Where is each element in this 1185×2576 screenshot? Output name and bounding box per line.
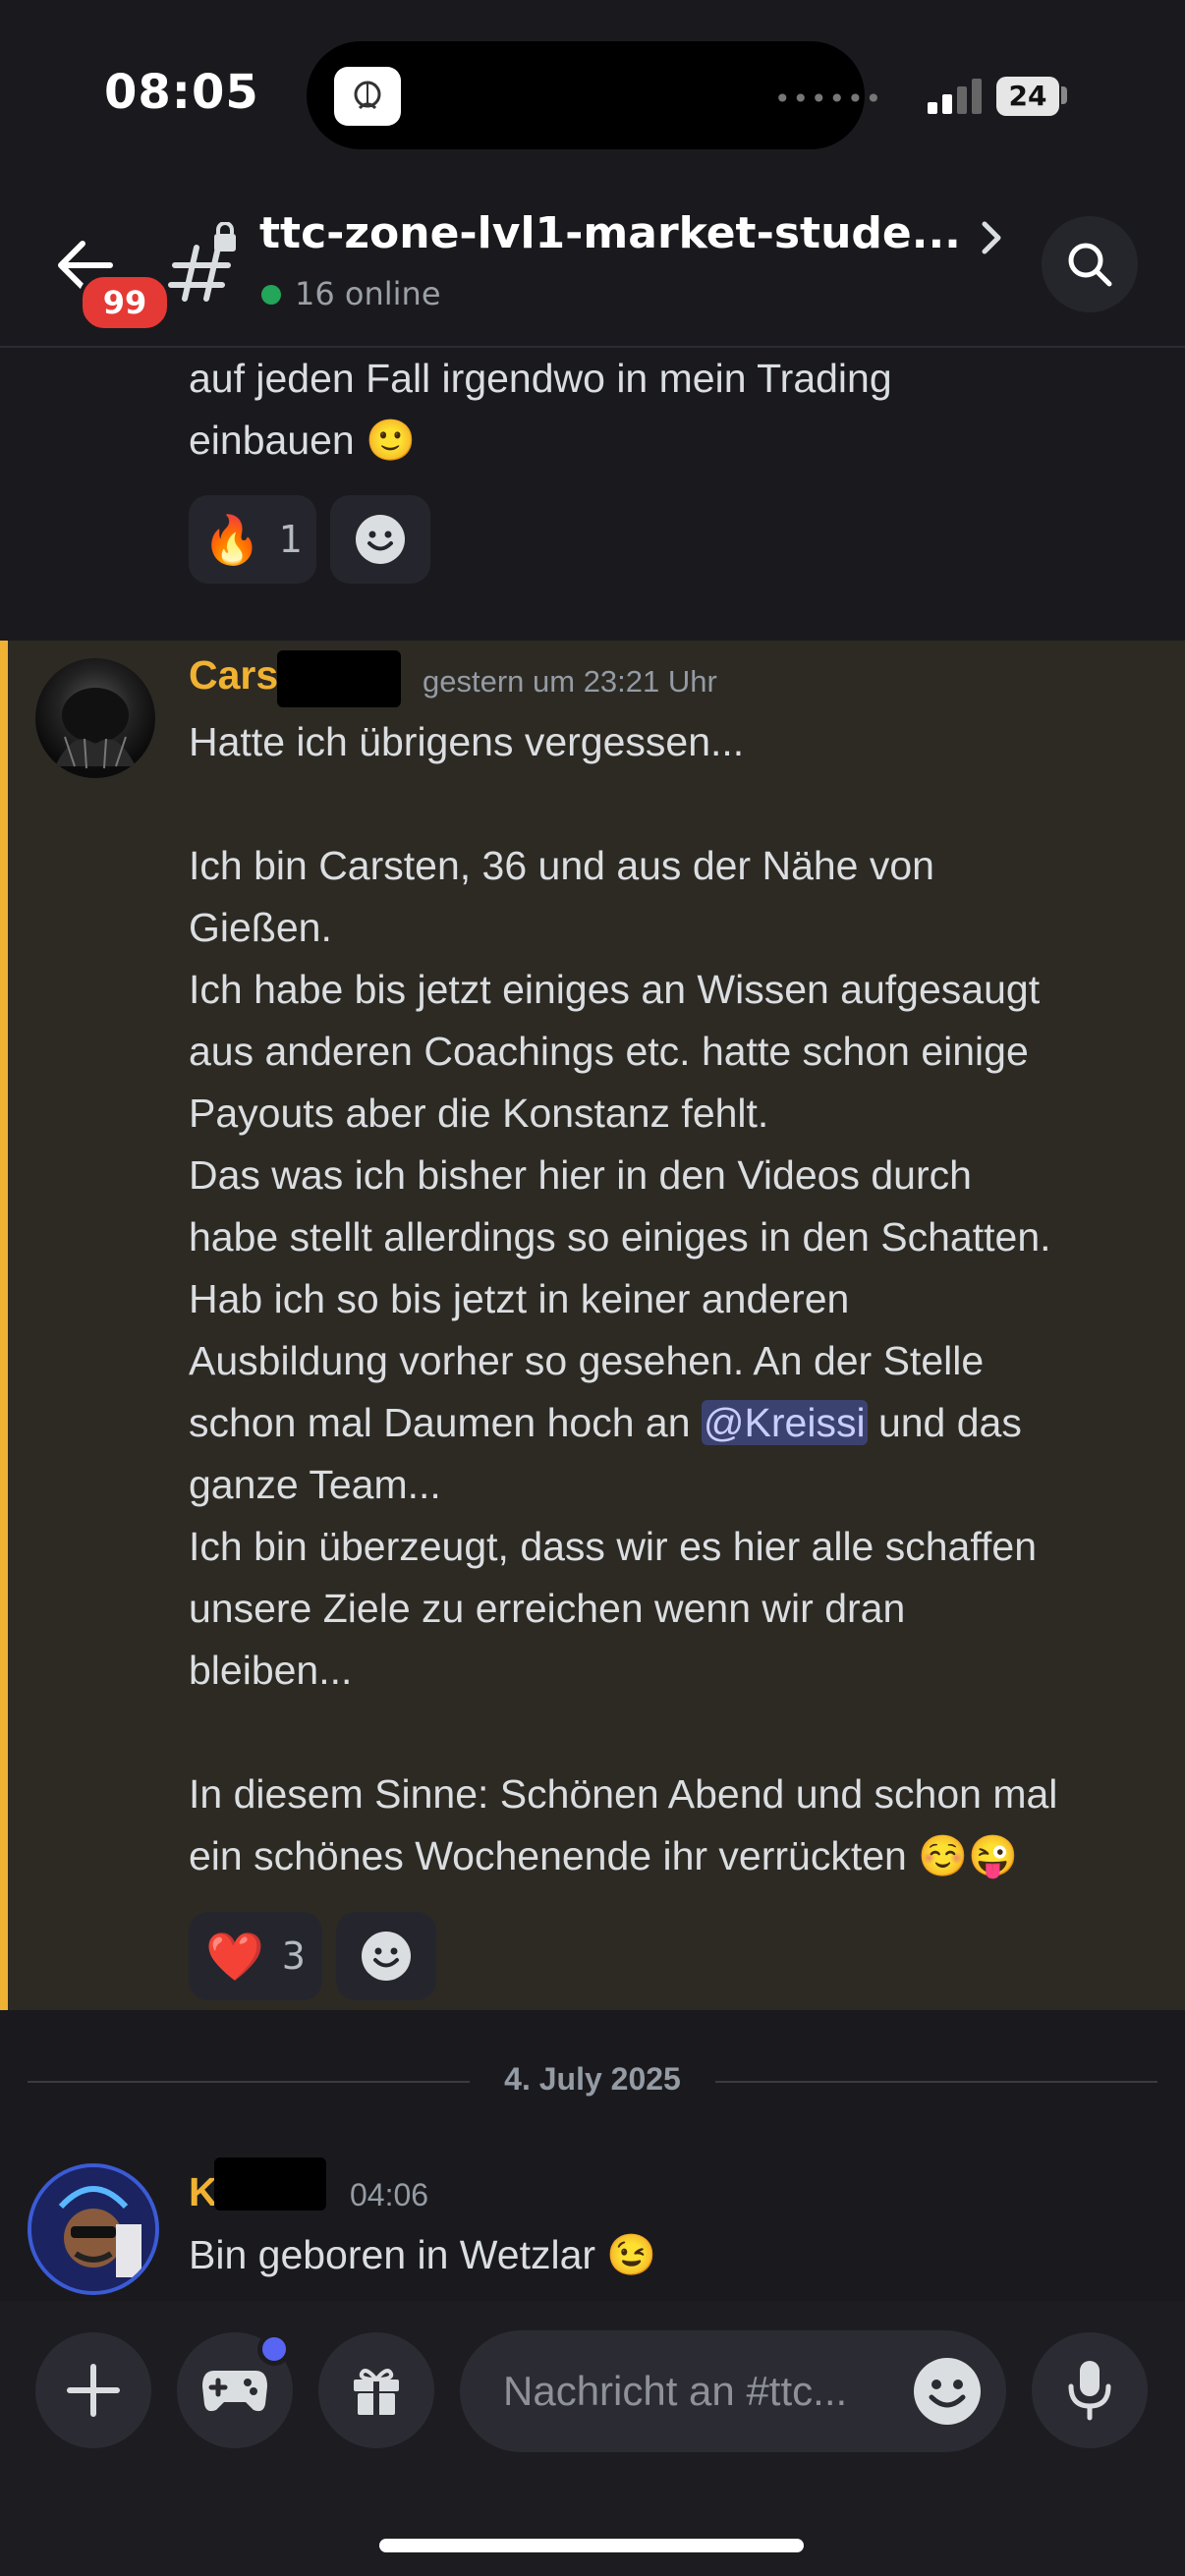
voice-message-button[interactable] <box>1032 2332 1148 2448</box>
redaction-block <box>277 650 401 707</box>
online-status-dot <box>261 285 281 305</box>
locked-channel-icon <box>168 222 236 302</box>
previous-message-text: auf jeden Fall irgendwo in mein Trading … <box>189 356 892 463</box>
smiley-icon <box>356 515 405 564</box>
mention-highlight-bar <box>0 641 8 2010</box>
reaction-fire[interactable]: 🔥 1 <box>189 495 316 584</box>
message-author[interactable]: Cars <box>189 652 278 699</box>
notification-dot <box>257 2332 291 2366</box>
signal-icon <box>928 79 982 114</box>
reaction-count: 1 <box>278 518 303 561</box>
date-divider-line <box>28 2081 470 2083</box>
status-time: 08:05 <box>104 65 259 120</box>
emoji-picker-icon[interactable] <box>910 2354 985 2429</box>
date-divider: 4. July 2025 <box>504 2061 681 2097</box>
smiley-icon <box>362 1932 411 1981</box>
message-body: Bin geboren in Wetzlar 😉 <box>189 2232 657 2277</box>
reaction-heart[interactable]: ❤️ 3 <box>189 1912 322 2000</box>
plus-icon <box>67 2364 120 2417</box>
add-reaction-button[interactable] <box>330 495 430 584</box>
gift-icon <box>354 2369 399 2415</box>
battery-tip <box>1061 86 1067 104</box>
unread-badge: 99 <box>79 273 171 332</box>
heart-emoji: ❤️ <box>205 1929 264 1985</box>
channel-title[interactable]: ttc-zone-lvl1-market-stude... <box>259 208 957 258</box>
fire-emoji: 🔥 <box>202 512 261 568</box>
date-divider-line <box>715 2081 1157 2083</box>
message-timestamp: gestern um 23:21 Uhr <box>423 664 717 699</box>
home-indicator <box>379 2539 804 2552</box>
redaction-block <box>214 2157 326 2211</box>
reaction-count: 3 <box>281 1934 306 1978</box>
search-button[interactable] <box>1042 216 1138 312</box>
microphone-icon <box>1068 2361 1111 2421</box>
chevron-right-icon[interactable] <box>977 216 1006 259</box>
gift-button[interactable] <box>318 2332 434 2448</box>
add-reaction-button[interactable] <box>336 1912 436 2000</box>
app-activity-icon <box>334 67 401 126</box>
search-icon <box>1068 243 1112 287</box>
avatar[interactable] <box>28 2163 159 2295</box>
island-dots-icon: •••••• <box>774 83 884 115</box>
gamepad-icon <box>202 2371 267 2412</box>
add-attachment-button[interactable] <box>35 2332 151 2448</box>
avatar[interactable] <box>35 658 155 778</box>
battery-indicator: 24 <box>996 77 1059 116</box>
online-count: 16 online <box>295 275 441 312</box>
message-timestamp: 04:06 <box>350 2177 429 2212</box>
message-body: Hatte ich übrigens vergessen... Ich bin … <box>189 719 1058 1878</box>
user-mention[interactable]: @Kreissi <box>701 1400 868 1445</box>
